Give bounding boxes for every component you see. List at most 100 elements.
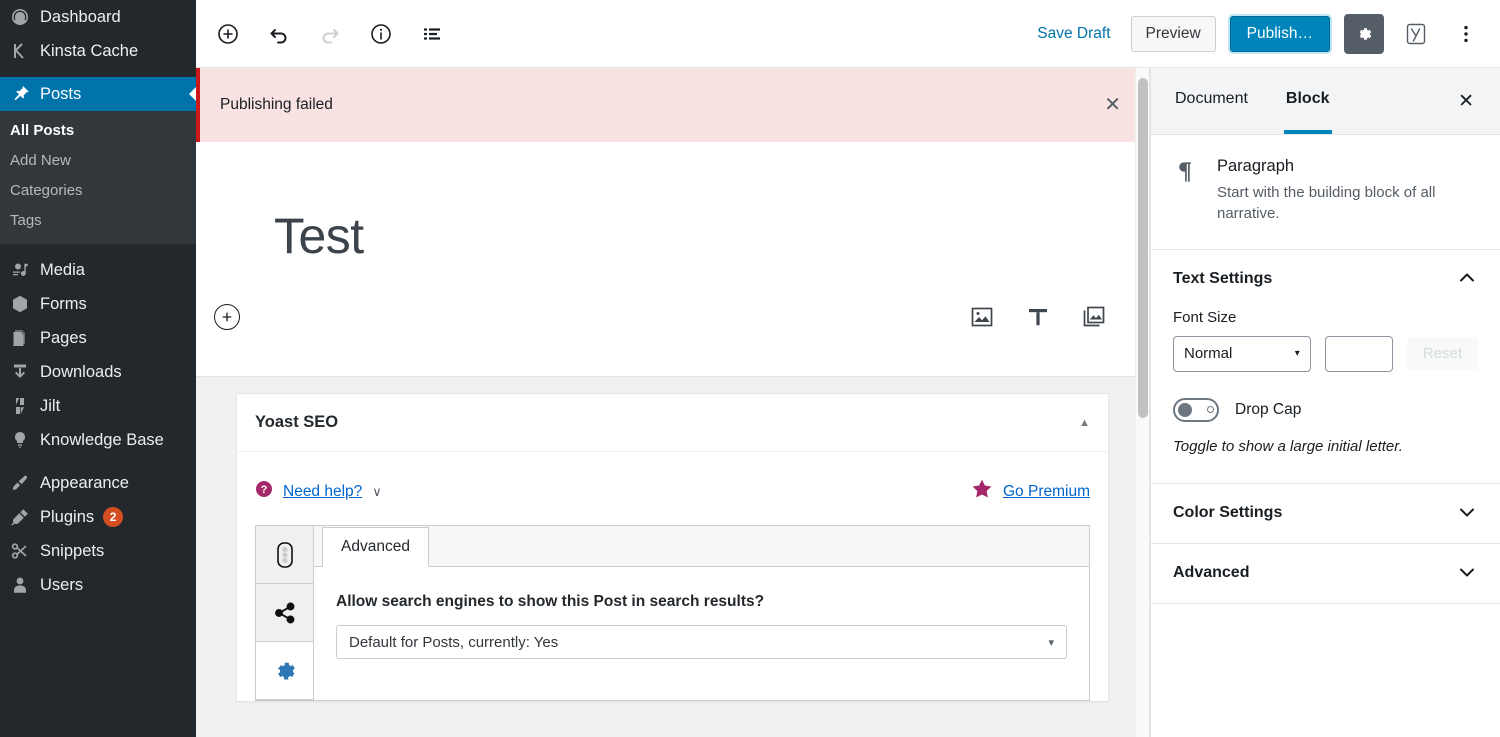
chevron-down-icon: ▾ bbox=[1295, 348, 1300, 359]
kinsta-icon bbox=[10, 41, 40, 61]
panel-toggle-color-settings[interactable]: Color Settings bbox=[1151, 484, 1500, 543]
download-icon bbox=[10, 362, 40, 382]
quick-block-inserters bbox=[967, 302, 1109, 332]
info-icon[interactable] bbox=[363, 16, 399, 52]
editor-content-column: Publishing failed ✕ Test bbox=[196, 68, 1150, 737]
sidebar-item-label: Users bbox=[40, 576, 83, 595]
sidebar-item-label: Media bbox=[40, 261, 85, 280]
toggle-knob bbox=[1178, 403, 1192, 417]
tab-block[interactable]: Block bbox=[1284, 68, 1332, 134]
current-menu-arrow bbox=[189, 86, 196, 102]
submenu-label: All Posts bbox=[10, 122, 74, 139]
publish-button[interactable]: Publish… bbox=[1230, 16, 1330, 52]
metabox-area: Yoast SEO ▲ ? Need help? ∨ bbox=[196, 377, 1149, 737]
sidebar-item-label: Posts bbox=[40, 85, 81, 104]
submenu-label: Tags bbox=[10, 212, 42, 229]
sidebar-item-plugins[interactable]: Plugins 2 bbox=[0, 500, 196, 534]
sidebar-item-jilt[interactable]: Jilt bbox=[0, 389, 196, 423]
font-size-value: Normal bbox=[1184, 345, 1232, 362]
sidebar-item-kinsta-cache[interactable]: Kinsta Cache bbox=[0, 34, 196, 68]
collapse-metabox-icon[interactable]: ▲ bbox=[1075, 413, 1094, 433]
sidebar-item-users[interactable]: Users bbox=[0, 568, 196, 602]
yoast-tab-seo[interactable] bbox=[256, 526, 313, 584]
undo-icon[interactable] bbox=[261, 16, 297, 52]
block-card-description: Start with the building block of all nar… bbox=[1217, 182, 1478, 225]
publishing-failed-notice: Publishing failed ✕ bbox=[196, 68, 1149, 142]
admin-sidebar-menu: Dashboard Kinsta Cache Posts All Posts A… bbox=[0, 0, 196, 737]
content-scrollbar[interactable] bbox=[1135, 68, 1149, 737]
pin-icon bbox=[10, 84, 40, 104]
font-size-select[interactable]: Normal ▾ bbox=[1173, 336, 1311, 372]
save-draft-button[interactable]: Save Draft bbox=[1031, 21, 1116, 47]
sidebar-item-knowledge-base[interactable]: Knowledge Base bbox=[0, 423, 196, 457]
need-help-link[interactable]: Need help? bbox=[283, 483, 362, 501]
editor-body: Publishing failed ✕ Test bbox=[196, 68, 1500, 737]
svg-text:?: ? bbox=[261, 484, 268, 496]
go-premium-link[interactable]: Go Premium bbox=[1003, 483, 1090, 501]
editor-canvas: Test bbox=[196, 142, 1149, 377]
yoast-tab-social[interactable] bbox=[256, 584, 313, 642]
drop-cap-help-text: Toggle to show a large initial letter. bbox=[1173, 436, 1478, 457]
add-block-icon[interactable] bbox=[210, 16, 246, 52]
paragraph-block-icon[interactable] bbox=[1023, 302, 1053, 332]
chevron-down-icon: ▾ bbox=[1048, 636, 1054, 649]
drop-cap-toggle[interactable] bbox=[1173, 398, 1219, 422]
sidebar-item-appearance[interactable]: Appearance bbox=[0, 466, 196, 500]
settings-gear-icon[interactable] bbox=[1344, 14, 1384, 54]
yoast-panel-tab-advanced[interactable]: Advanced bbox=[322, 527, 429, 567]
image-block-icon[interactable] bbox=[967, 302, 997, 332]
close-sidebar-icon[interactable]: ✕ bbox=[1454, 88, 1478, 115]
sidebar-item-pages[interactable]: Pages bbox=[0, 321, 196, 355]
chevron-down-icon bbox=[1456, 561, 1478, 586]
gallery-block-icon[interactable] bbox=[1079, 302, 1109, 332]
yoast-seo-icon[interactable] bbox=[1398, 16, 1434, 52]
submenu-item-add-new[interactable]: Add New bbox=[0, 146, 196, 176]
yoast-seo-metabox: Yoast SEO ▲ ? Need help? ∨ bbox=[236, 393, 1109, 702]
sidebar-item-label: Kinsta Cache bbox=[40, 42, 138, 61]
more-options-icon[interactable] bbox=[1448, 16, 1484, 52]
allow-search-engines-label: Allow search engines to show this Post i… bbox=[336, 593, 1067, 611]
users-icon bbox=[10, 575, 40, 595]
scrollbar-thumb[interactable] bbox=[1138, 78, 1148, 418]
panel-toggle-advanced[interactable]: Advanced bbox=[1151, 544, 1500, 603]
plug-icon bbox=[10, 507, 40, 527]
submenu-item-all-posts[interactable]: All Posts bbox=[0, 116, 196, 146]
preview-button[interactable]: Preview bbox=[1131, 16, 1216, 52]
custom-font-size-input[interactable] bbox=[1325, 336, 1393, 372]
yoast-panel-tabs: Advanced bbox=[314, 526, 1089, 567]
notice-dismiss-icon[interactable]: ✕ bbox=[1096, 91, 1129, 119]
scissors-icon bbox=[10, 541, 40, 561]
sidebar-item-forms[interactable]: Forms bbox=[0, 287, 196, 321]
plugins-update-badge: 2 bbox=[103, 507, 123, 527]
submenu-item-tags[interactable]: Tags bbox=[0, 206, 196, 236]
text-settings-body: Font Size Normal ▾ Reset bbox=[1151, 309, 1500, 483]
add-block-icon[interactable] bbox=[214, 304, 240, 330]
panel-toggle-text-settings[interactable]: Text Settings bbox=[1151, 250, 1500, 309]
block-editor: Save Draft Preview Publish… Pu bbox=[196, 0, 1500, 737]
panel-title: Color Settings bbox=[1173, 504, 1282, 522]
sidebar-item-downloads[interactable]: Downloads bbox=[0, 355, 196, 389]
block-navigation-icon[interactable] bbox=[414, 16, 450, 52]
block-card: Paragraph Start with the building block … bbox=[1151, 135, 1500, 250]
yoast-need-help-group: ? Need help? ∨ bbox=[255, 480, 382, 503]
sidebar-item-dashboard[interactable]: Dashboard bbox=[0, 0, 196, 34]
sidebar-item-snippets[interactable]: Snippets bbox=[0, 534, 196, 568]
yoast-panel-body: Allow search engines to show this Post i… bbox=[314, 567, 1089, 679]
font-size-label: Font Size bbox=[1173, 309, 1478, 326]
panel-advanced: Advanced bbox=[1151, 544, 1500, 604]
sidebar-item-media[interactable]: Media bbox=[0, 253, 196, 287]
sidebar-item-posts[interactable]: Posts bbox=[0, 77, 196, 111]
yoast-tab-advanced[interactable] bbox=[256, 642, 313, 700]
post-title-input[interactable]: Test bbox=[196, 142, 1149, 266]
yoast-tabs-wrap: Advanced Allow search engines to show th… bbox=[255, 525, 1090, 701]
sidebar-item-label: Plugins bbox=[40, 508, 94, 527]
tab-document[interactable]: Document bbox=[1173, 68, 1250, 134]
drop-cap-label: Drop Cap bbox=[1235, 401, 1301, 419]
allow-search-engines-select[interactable]: Default for Posts, currently: Yes ▾ bbox=[336, 625, 1067, 659]
redo-icon bbox=[312, 16, 348, 52]
default-block-appender bbox=[196, 266, 1149, 332]
submenu-item-categories[interactable]: Categories bbox=[0, 176, 196, 206]
panel-text-settings: Text Settings Font Size Normal ▾ bbox=[1151, 250, 1500, 484]
sidebar-item-label: Jilt bbox=[40, 397, 60, 416]
chevron-down-icon[interactable]: ∨ bbox=[372, 484, 382, 500]
